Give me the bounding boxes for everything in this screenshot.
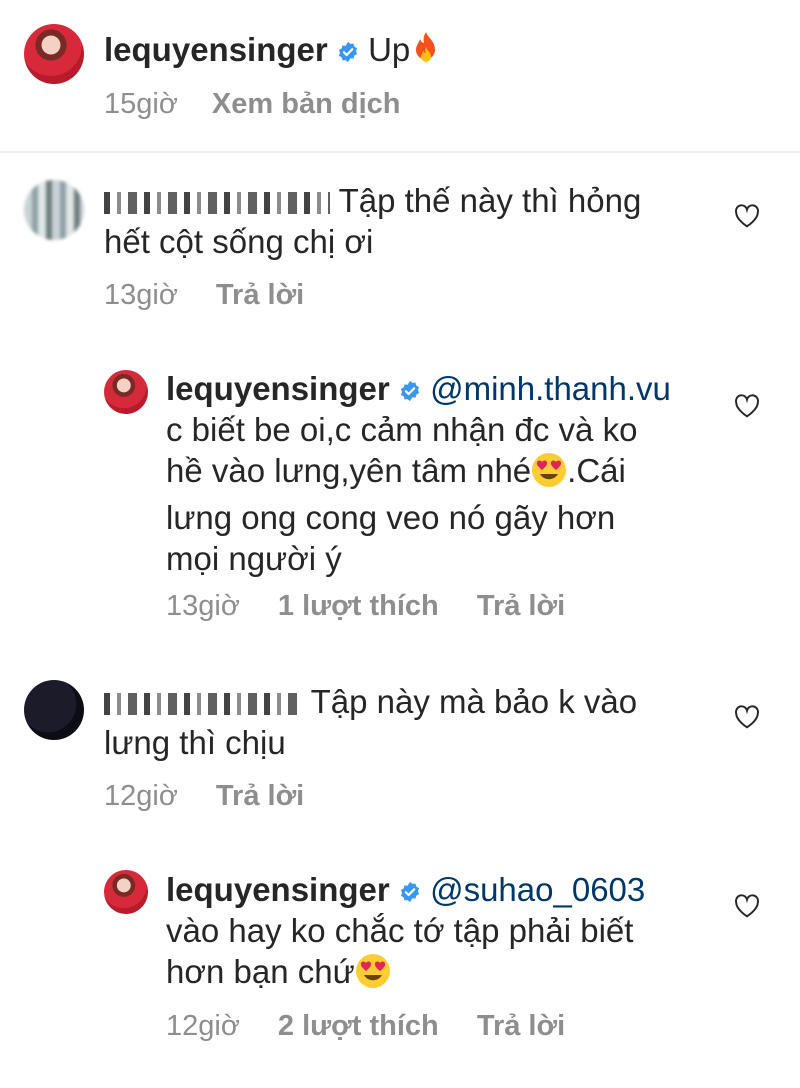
hidden-username[interactable] — [104, 192, 330, 215]
comment-line1: Tập này mà bảo k vào — [310, 683, 638, 720]
like-heart-icon[interactable] — [734, 894, 760, 918]
reply-meta: 13giờ 1 lượt thích Trả lời — [166, 590, 565, 623]
heart-eyes-emoji-icon — [355, 953, 391, 998]
reply-line2: hơn bạn chứ — [166, 953, 355, 990]
reply-author-avatar[interactable] — [104, 370, 148, 414]
reply-button[interactable]: Trả lời — [216, 780, 304, 812]
comment-line2: hết cột sống chị ơi — [104, 223, 374, 260]
reply-text: lequyensinger @minh.thanh.vu c biết be o… — [166, 368, 671, 579]
reply-text: lequyensinger @suhao_0603 vào hay ko chắ… — [166, 869, 645, 998]
comment-meta: 12giờ Trả lời — [104, 780, 304, 813]
reply-line1: vào hay ko chắc tớ tập phải biết — [166, 912, 634, 949]
reply-line2: hề vào lưng,yên tâm nhé — [166, 452, 532, 489]
post-caption: lequyensinger Up — [104, 30, 442, 76]
reply-time: 12giờ — [166, 1010, 240, 1042]
verified-badge-icon — [399, 881, 421, 903]
reply-line3: lưng ong cong veo nó gãy hơn — [166, 499, 616, 536]
post-time: 15giờ — [104, 88, 178, 120]
reply-button[interactable]: Trả lời — [216, 279, 304, 311]
comment-time: 13giờ — [104, 279, 178, 311]
divider — [0, 151, 800, 153]
comment-time: 12giờ — [104, 780, 178, 812]
reply-author-avatar[interactable] — [104, 870, 148, 914]
comment-line2: lưng thì chịu — [104, 724, 286, 761]
like-heart-icon[interactable] — [734, 204, 760, 228]
reply-line2-end: .Cái — [567, 452, 626, 489]
reply-button[interactable]: Trả lời — [477, 1010, 565, 1042]
comment-meta: 13giờ Trả lời — [104, 279, 304, 312]
likes-count[interactable]: 2 lượt thích — [278, 1010, 439, 1042]
post-author-avatar[interactable] — [24, 24, 84, 84]
commenter-avatar[interactable] — [24, 180, 84, 240]
mention-link[interactable]: @minh.thanh.vu — [430, 370, 671, 407]
heart-eyes-emoji-icon — [531, 452, 567, 497]
reply-username[interactable]: lequyensinger — [166, 370, 390, 407]
reply-button[interactable]: Trả lời — [477, 590, 565, 622]
post-meta: 15giờ Xem bản dịch — [104, 88, 400, 121]
reply-line4: mọi người ý — [166, 540, 342, 577]
reply-time: 13giờ — [166, 590, 240, 622]
reply-meta: 12giờ 2 lượt thích Trả lời — [166, 1010, 565, 1043]
mention-link[interactable]: @suhao_0603 — [430, 871, 645, 908]
reply-line1: c biết be oi,c cảm nhận đc và ko — [166, 411, 638, 448]
commenter-avatar[interactable] — [24, 680, 84, 740]
hidden-username[interactable] — [104, 693, 302, 716]
comment-text: Tập thế này thì hỏng hết cột sống chị ơi — [104, 180, 641, 262]
like-heart-icon[interactable] — [734, 705, 760, 729]
like-heart-icon[interactable] — [734, 394, 760, 418]
caption-text: Up — [368, 31, 411, 68]
comment-line1: Tập thế này thì hỏng — [338, 182, 642, 219]
reply-username[interactable]: lequyensinger — [166, 871, 390, 908]
verified-badge-icon — [337, 41, 359, 63]
likes-count[interactable]: 1 lượt thích — [278, 590, 439, 622]
see-translation-link[interactable]: Xem bản dịch — [212, 88, 401, 120]
fire-emoji-icon — [410, 31, 442, 76]
verified-badge-icon — [399, 380, 421, 402]
post-username[interactable]: lequyensinger — [104, 31, 328, 68]
comment-text: Tập này mà bảo k vào lưng thì chịu — [104, 681, 637, 763]
